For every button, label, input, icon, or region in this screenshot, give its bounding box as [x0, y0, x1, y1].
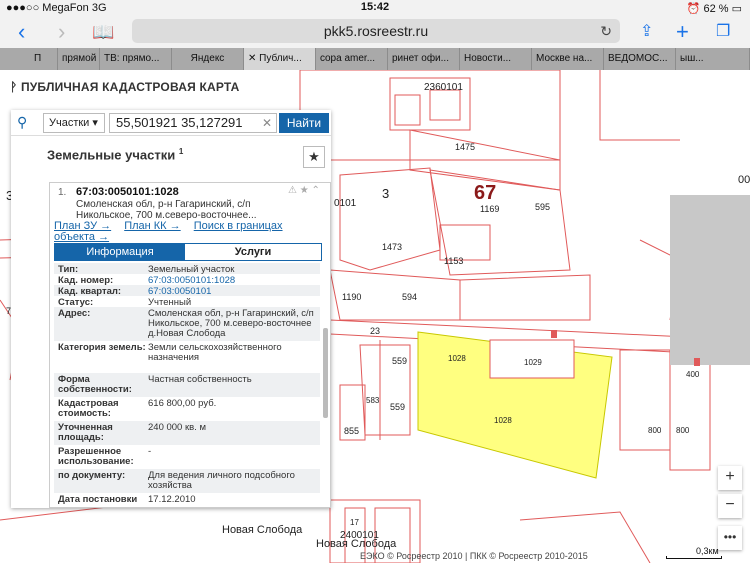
app-brand: ᚹ ПУБЛИЧНАЯ КАДАСТРОВАЯ КАРТА: [10, 80, 240, 94]
table-row: по документу: Для ведения личного подсобн…: [54, 469, 320, 493]
attributes-table: Тип: Земельный участок Кад. номер: 67:03:0…: [54, 263, 320, 508]
map-label: Новая Слобода: [222, 524, 303, 536]
tab-services[interactable]: Услуги: [185, 244, 321, 260]
status-bar: ●●●○○ MegaFon 3G 15:42 ⏰ 62 % ▭: [0, 0, 750, 16]
tab[interactable]: ТВ: прямо...: [100, 48, 172, 70]
map-label: 1169: [480, 204, 500, 214]
tab-strip: П прямой ТВ: прямо... Яндекс ✕ Публич...…: [0, 48, 750, 70]
map-copyright: ЕЭКО © Росреестр 2010 | ПКК © Росреестр …: [360, 551, 588, 561]
zoom-in-button[interactable]: +: [718, 466, 742, 490]
battery: ⏰ 62 % ▭: [686, 3, 742, 15]
tab[interactable]: ыш...: [676, 48, 750, 70]
tab[interactable]: Новости...: [460, 48, 532, 70]
map-label: 594: [402, 292, 418, 302]
map-label: 1190: [342, 292, 362, 302]
tabs-icon[interactable]: ❐: [716, 20, 730, 44]
result-actions: ⚠ ★ ⌃: [288, 185, 320, 196]
address-bar[interactable]: pkk5.rosreestr.ru ↻: [132, 19, 620, 43]
map-label: 855: [344, 426, 360, 436]
map-label: 67: [474, 182, 497, 204]
zoom-out-button[interactable]: −: [718, 494, 742, 518]
map-label: 1028: [448, 354, 466, 363]
favorite-star-icon[interactable]: ★: [303, 146, 325, 168]
tab[interactable]: ринет офи...: [388, 48, 460, 70]
map-label: 23: [370, 326, 381, 336]
map-label: 1029: [524, 358, 542, 367]
table-row: Тип: Земельный участок: [54, 263, 320, 275]
tab[interactable]: П: [30, 48, 58, 70]
info-tabs: Информация Услуги: [54, 243, 322, 261]
search-bar: ⚲ Участки ▾ 55,501921 35,127291 ✕ Найти: [11, 110, 331, 136]
warning-icon[interactable]: ⚠: [288, 185, 297, 196]
map-label: 583: [366, 396, 380, 405]
map-label: 559: [390, 402, 406, 412]
tab[interactable]: Яндекс: [172, 48, 244, 70]
map-label: 00: [738, 174, 750, 186]
plan-kk-link[interactable]: План КК →: [124, 220, 180, 232]
tab[interactable]: прямой: [58, 48, 100, 70]
panel-scrollbar[interactable]: [323, 328, 328, 418]
reload-icon[interactable]: ↻: [600, 19, 612, 43]
collapse-icon[interactable]: ⌃: [312, 185, 320, 196]
star-icon[interactable]: ★: [300, 185, 309, 196]
map-label: 800: [676, 426, 690, 435]
back-icon[interactable]: ‹: [18, 20, 25, 44]
table-row: Дата постановки на17.12.2010: [58, 494, 196, 508]
result-index: 1.: [58, 187, 67, 198]
map-label: Новая Слобода: [316, 538, 397, 550]
map-label: 0101: [334, 198, 357, 209]
map-label: 800: [648, 426, 662, 435]
map-label: 17: [350, 518, 359, 527]
result-address: Смоленская обл, р-н Гагаринский, с/п Ник…: [76, 199, 257, 221]
tab-active[interactable]: ✕ Публич...: [244, 48, 316, 70]
search-icon[interactable]: ⚲: [17, 114, 27, 131]
logo-icon: ᚹ: [10, 80, 21, 94]
bookmarks-icon[interactable]: 📖: [92, 20, 114, 44]
clock: 15:42: [360, 1, 390, 13]
search-type-select[interactable]: Участки ▾: [43, 113, 105, 133]
panel-title: Земельные участки 1: [47, 147, 184, 163]
forward-icon[interactable]: ›: [58, 20, 65, 44]
map-label: 3: [382, 186, 390, 201]
result-links: План ЗУ → План КК → Поиск в границах объ…: [54, 221, 324, 243]
share-icon[interactable]: ⇪: [640, 20, 653, 44]
search-input[interactable]: 55,501921 35,127291 ✕: [109, 113, 277, 133]
map-label: 1475: [455, 142, 476, 152]
find-button[interactable]: Найти: [279, 113, 329, 133]
table-row: Кадастровая стоимость: 616 800,00 руб.: [58, 398, 217, 419]
tab[interactable]: Москве на...: [532, 48, 604, 70]
table-row: Уточненная площадь: 240 000 кв. м: [54, 421, 320, 445]
map-label: 1473: [382, 242, 403, 252]
table-row: Разрешенное использование: -: [58, 446, 152, 467]
results-panel: ⚲ Участки ▾ 55,501921 35,127291 ✕ Найти З…: [11, 110, 331, 508]
table-row: Адрес: Смоленская обл, р-н Гагаринский, с…: [54, 307, 320, 341]
map-label: 559: [392, 356, 408, 366]
more-button[interactable]: •••: [718, 526, 742, 550]
result-cad-number[interactable]: 67:03:0050101:1028: [76, 186, 179, 198]
table-row: Форма собственности: Частная собственност…: [54, 373, 320, 397]
map-label: 2360101: [424, 82, 463, 93]
clear-icon[interactable]: ✕: [262, 114, 272, 132]
tab-info[interactable]: Информация: [55, 244, 185, 260]
table-row: Кад. квартал: 67:03:0050101: [54, 285, 320, 297]
table-row: Кад. номер: 67:03:0050101:1028: [58, 275, 236, 286]
tab[interactable]: ВЕДОМОС...: [604, 48, 676, 70]
new-tab-icon[interactable]: +: [676, 20, 689, 44]
tab[interactable]: copa amer...: [316, 48, 388, 70]
table-row: Статус: Учтенный: [58, 297, 192, 308]
result-card: 1. 67:03:0050101:1028 ⚠ ★ ⌃ Смоленская о…: [49, 182, 331, 508]
map-label: 595: [535, 202, 551, 212]
map-label: 1153: [444, 256, 464, 266]
map-label: 400: [686, 370, 700, 379]
table-row: Категория земель: Земли сельскохозяйствен…: [58, 342, 282, 363]
close-icon[interactable]: ✕: [248, 53, 259, 64]
map-label: 1028: [494, 416, 512, 425]
